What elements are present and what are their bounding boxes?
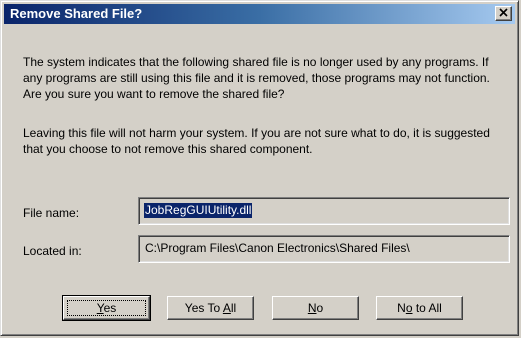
no-to-all-button[interactable]: No to All: [376, 296, 463, 320]
yes-button-label: Yes: [96, 301, 117, 315]
advice-text: Leaving this file will not harm your sys…: [23, 126, 490, 156]
file-name-value[interactable]: JobRegGUIUtility.dll: [144, 203, 253, 218]
no-to-all-button-label: No to All: [397, 301, 442, 315]
message-text: The system indicates that the following …: [23, 55, 490, 101]
yes-to-all-button[interactable]: Yes To All: [167, 296, 254, 320]
close-icon: [499, 8, 508, 17]
yes-to-all-button-label: Yes To All: [184, 301, 237, 315]
located-in-value[interactable]: C:\Program Files\Canon Electronics\Share…: [144, 241, 411, 256]
remove-shared-file-dialog: Remove Shared File? The system indicates…: [0, 0, 519, 336]
no-button-label: No: [307, 301, 324, 315]
close-button[interactable]: [495, 6, 512, 21]
no-button[interactable]: No: [272, 296, 359, 320]
dialog-title: Remove Shared File?: [10, 6, 143, 21]
located-in-label: Located in:: [23, 244, 82, 258]
file-name-field[interactable]: JobRegGUIUtility.dll: [138, 197, 510, 225]
file-name-label: File name:: [23, 206, 80, 220]
title-bar[interactable]: Remove Shared File?: [4, 4, 515, 24]
located-in-field[interactable]: C:\Program Files\Canon Electronics\Share…: [138, 235, 510, 263]
yes-button[interactable]: Yes: [62, 295, 151, 321]
